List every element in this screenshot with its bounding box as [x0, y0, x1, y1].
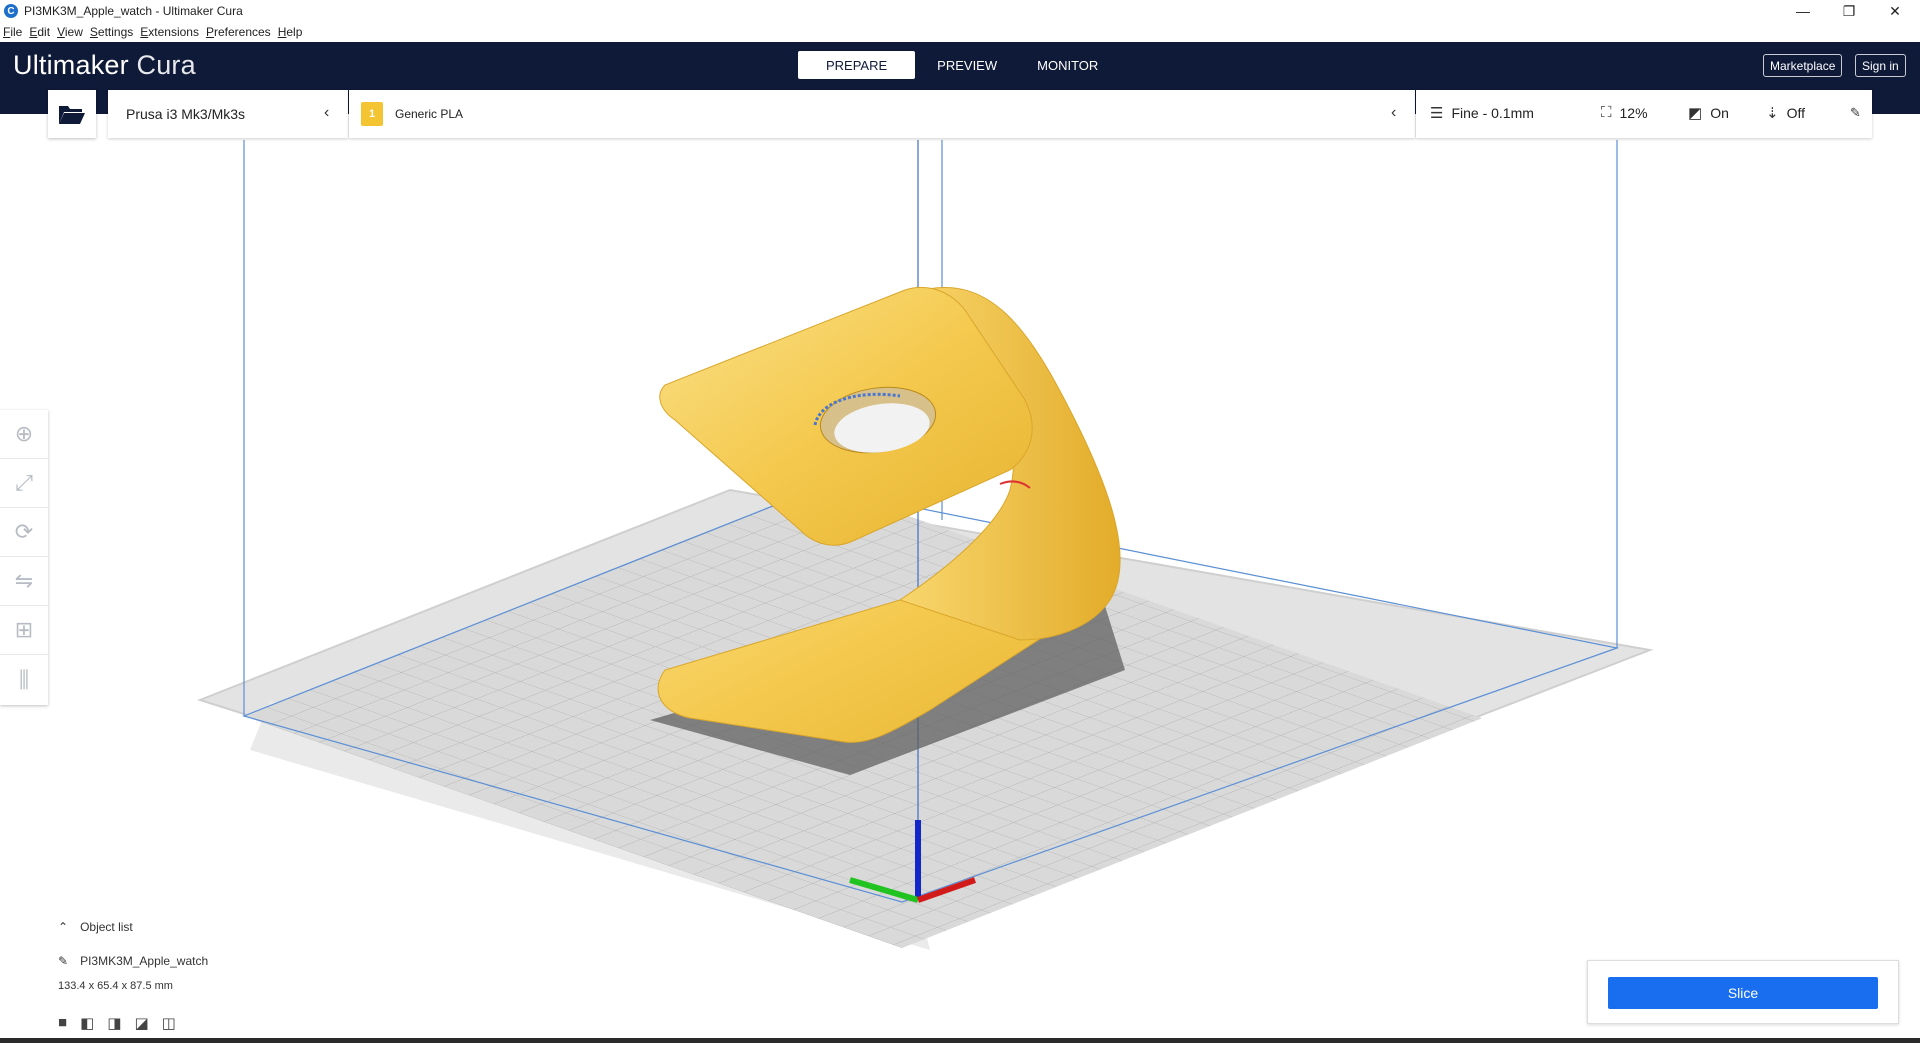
menu-view[interactable]: View: [57, 25, 83, 39]
slice-button[interactable]: Slice: [1608, 977, 1878, 1009]
build-plate-scene: [197, 140, 1654, 950]
tab-monitor[interactable]: MONITOR: [1019, 51, 1116, 79]
view-orientation-buttons: ■ ◧ ◨ ◪ ◫: [58, 1014, 208, 1032]
3d-viewport[interactable]: [0, 138, 1920, 1038]
support-icon: ◩: [1688, 105, 1703, 122]
ultimaker-cura-logo: Ultimaker Cura: [13, 50, 196, 81]
pencil-icon[interactable]: ✎: [1850, 105, 1861, 121]
stage-tabs: PREPARE PREVIEW MONITOR: [798, 51, 1120, 79]
object-name: PI3MK3M_Apple_watch: [80, 954, 209, 968]
print-settings-panel[interactable]: ☰ Fine - 0.1mm ⛶ 12% ◩ On ⇣ Off ✎: [1416, 90, 1872, 138]
window-title: PI3MK3M_Apple_watch - Ultimaker Cura: [24, 4, 243, 18]
marketplace-button[interactable]: Marketplace: [1763, 54, 1843, 77]
folder-open-icon: [59, 106, 85, 124]
open-file-button[interactable]: [48, 90, 96, 138]
move-tool-icon[interactable]: ⊕: [0, 410, 48, 459]
pencil-icon: ✎: [58, 954, 69, 968]
cura-app-icon: C: [4, 4, 18, 18]
rotate-tool-icon[interactable]: ⟳: [0, 508, 48, 557]
menu-file[interactable]: File: [3, 25, 22, 39]
printer-name: Prusa i3 Mk3/Mk3s: [126, 106, 246, 122]
logo-bold: Ultimaker: [13, 50, 129, 80]
infill-value: 12%: [1619, 104, 1648, 121]
object-list-label: Object list: [80, 920, 133, 934]
menu-edit[interactable]: Edit: [29, 25, 50, 39]
menu-help[interactable]: Help: [278, 25, 303, 39]
restore-button[interactable]: ❐: [1826, 0, 1872, 22]
scale-tool-icon[interactable]: ⤢: [0, 459, 48, 508]
chevron-up-icon: ⌃: [58, 920, 69, 934]
material-name: Generic PLA: [395, 107, 464, 121]
extruder-badge: 1: [361, 102, 383, 126]
left-view-icon[interactable]: ◪: [134, 1014, 148, 1032]
adhesion-icon: ⇣: [1766, 105, 1779, 122]
support-value: On: [1710, 105, 1729, 121]
adhesion-value: Off: [1786, 105, 1805, 121]
chevron-left-icon[interactable]: ‹: [324, 104, 329, 122]
per-model-settings-icon[interactable]: ⊞: [0, 606, 48, 655]
menu-settings[interactable]: Settings: [90, 25, 133, 39]
support-setting[interactable]: ◩ On: [1688, 104, 1729, 122]
tab-prepare[interactable]: PREPARE: [798, 51, 916, 79]
window-bottom-edge: [0, 1038, 1920, 1043]
3d-view-icon[interactable]: ■: [58, 1014, 67, 1032]
right-view-icon[interactable]: ◫: [162, 1014, 176, 1032]
material-selector[interactable]: 1 Generic PLA ‹: [349, 90, 1415, 138]
profile-icon: ☰: [1430, 105, 1444, 122]
profile-value: Fine - 0.1mm: [1451, 105, 1534, 121]
minimize-button[interactable]: —: [1780, 0, 1826, 22]
close-button[interactable]: ✕: [1872, 0, 1918, 22]
mirror-tool-icon[interactable]: ⇋: [0, 557, 48, 606]
chevron-left-icon[interactable]: ‹: [1391, 104, 1396, 122]
printer-selector[interactable]: Prusa i3 Mk3/Mk3s ‹: [108, 90, 348, 138]
window-titlebar: C PI3MK3M_Apple_watch - Ultimaker Cura —…: [0, 0, 1920, 22]
left-toolbar: ⊕ ⤢ ⟳ ⇋ ⊞ ⫼: [0, 410, 48, 705]
object-dimensions: 133.4 x 65.4 x 87.5 mm: [58, 980, 173, 992]
logo-light: Cura: [136, 50, 196, 80]
object-list-panel: ⌃ Object list ✎ PI3MK3M_Apple_watch 133.…: [58, 920, 208, 1032]
top-view-icon[interactable]: ◨: [107, 1014, 121, 1032]
tab-preview[interactable]: PREVIEW: [919, 51, 1015, 79]
menu-bar: File Edit View Settings Extensions Prefe…: [0, 22, 1920, 42]
action-panel: Slice: [1587, 960, 1899, 1024]
infill-setting[interactable]: ⛶ 12%: [1601, 104, 1648, 121]
front-view-icon[interactable]: ◧: [80, 1014, 94, 1032]
support-blocker-icon[interactable]: ⫼: [0, 655, 48, 704]
sign-in-button[interactable]: Sign in: [1855, 54, 1906, 77]
profile-setting[interactable]: ☰ Fine - 0.1mm: [1430, 104, 1534, 122]
infill-icon: ⛶: [1601, 104, 1612, 121]
menu-preferences[interactable]: Preferences: [206, 25, 271, 39]
object-entry[interactable]: ✎ PI3MK3M_Apple_watch: [58, 954, 208, 968]
menu-extensions[interactable]: Extensions: [140, 25, 199, 39]
object-list-toggle[interactable]: ⌃ Object list: [58, 920, 208, 934]
adhesion-setting[interactable]: ⇣ Off: [1766, 104, 1805, 122]
